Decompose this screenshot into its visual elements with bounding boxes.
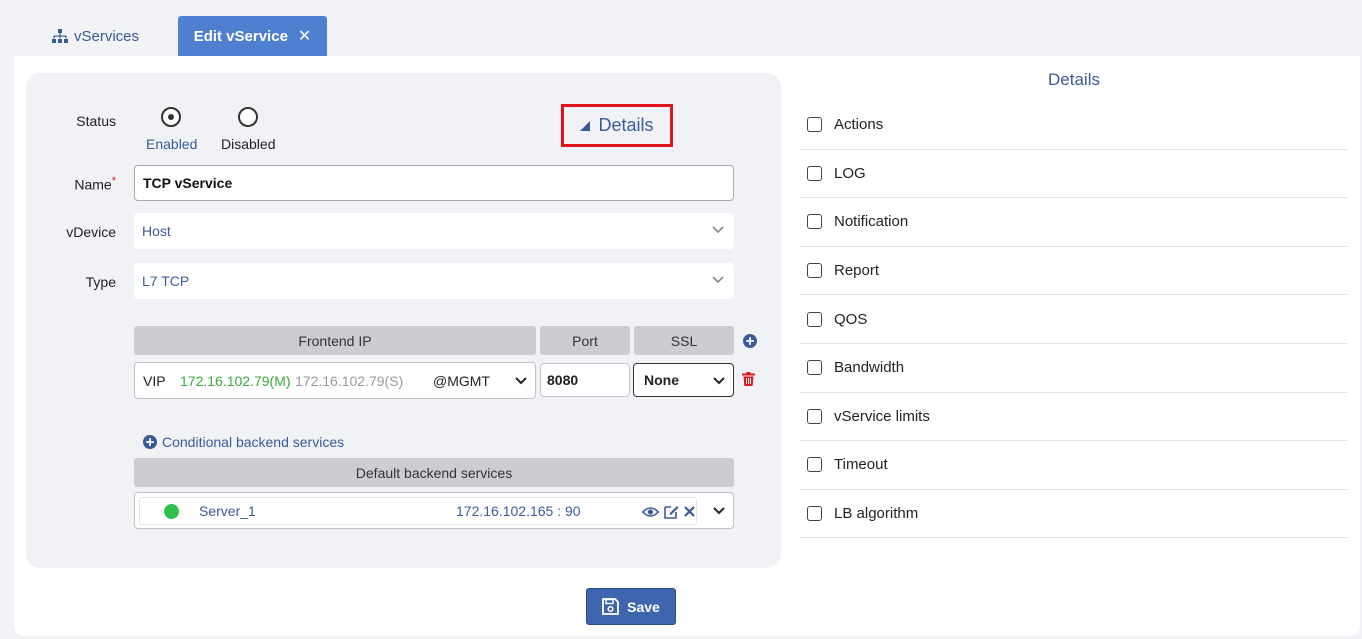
server-name: Server_1 <box>199 503 256 519</box>
port-header: Port <box>540 326 630 355</box>
name-label-text: Name <box>74 176 112 193</box>
tab-bar: vServices Edit vService ✕ <box>0 0 1362 56</box>
ssl-header: SSL <box>634 326 734 355</box>
details-item-label: LOG <box>834 164 866 182</box>
details-item-label: vService limits <box>834 407 930 425</box>
name-input-value: TCP vService <box>143 175 233 191</box>
checkbox[interactable] <box>807 360 822 376</box>
save-button-label: Save <box>627 598 660 615</box>
status-enabled-label: Enabled <box>146 136 198 152</box>
checkbox[interactable] <box>807 457 822 473</box>
edit-icon[interactable] <box>664 504 679 519</box>
conditional-backend-link[interactable]: Conditional backend services <box>143 432 344 452</box>
ip-master: 172.16.102.79(M) <box>180 372 291 389</box>
server-item: Server_1 172.16.102.165 : 90 <box>139 497 697 525</box>
server-status-indicator <box>164 504 179 519</box>
floppy-disk-icon <box>602 598 620 615</box>
details-item-label: Timeout <box>834 456 888 474</box>
details-checklist: Actions LOG Notification Report QOS Band… <box>800 101 1348 539</box>
status-disabled-radio[interactable] <box>238 107 258 127</box>
checkbox[interactable] <box>807 311 822 327</box>
default-backend-header: Default backend services <box>134 458 734 487</box>
save-button[interactable]: Save <box>586 588 676 625</box>
frontend-ip-select[interactable]: VIP 172.16.102.79(M) 172.16.102.79(S) @M… <box>134 362 536 399</box>
backend-server-row: Server_1 172.16.102.165 : 90 <box>134 492 734 529</box>
chevron-down-icon <box>713 377 725 385</box>
tab-vservices-label: vServices <box>74 27 140 45</box>
details-item-log[interactable]: LOG <box>800 150 1348 199</box>
checkbox[interactable] <box>807 506 822 522</box>
trash-icon[interactable] <box>742 372 755 386</box>
details-item-label: Actions <box>834 116 884 134</box>
chevron-down-icon <box>712 226 724 234</box>
checkbox[interactable] <box>807 117 822 133</box>
sitemap-icon <box>52 29 68 43</box>
chevron-down-icon[interactable] <box>711 503 727 519</box>
vdevice-value: Host <box>142 223 171 239</box>
details-item-timeout[interactable]: Timeout <box>800 441 1348 490</box>
ssl-select[interactable]: None <box>633 363 734 397</box>
details-item-notification[interactable]: Notification <box>800 198 1348 247</box>
details-item-vservice-limits[interactable]: vService limits <box>800 393 1348 442</box>
name-label: Name* <box>16 175 116 193</box>
checkbox[interactable] <box>807 165 822 181</box>
details-item-label: Report <box>834 262 880 280</box>
vdevice-select[interactable]: Host <box>134 213 734 249</box>
tab-edit-vservice[interactable]: Edit vService ✕ <box>178 16 327 56</box>
required-mark: * <box>111 175 116 187</box>
status-label: Status <box>76 113 116 129</box>
details-item-qos[interactable]: QOS <box>800 295 1348 344</box>
plus-circle-icon[interactable] <box>743 334 757 348</box>
checkbox[interactable] <box>807 214 822 230</box>
ip-slave: 172.16.102.79(S) <box>295 372 404 389</box>
conditional-backend-label: Conditional backend services <box>162 434 345 450</box>
details-item-lb-algorithm[interactable]: LB algorithm <box>800 490 1348 539</box>
vdevice-label: vDevice <box>66 224 116 240</box>
status-disabled-label: Disabled <box>221 136 276 152</box>
details-toggle-label: Details <box>598 115 654 135</box>
tab-vservices[interactable]: vServices <box>52 24 139 48</box>
details-item-label: QOS <box>834 310 868 328</box>
frontend-ip-header: Frontend IP <box>134 326 536 355</box>
details-item-actions[interactable]: Actions <box>800 101 1348 150</box>
close-icon[interactable] <box>684 506 695 517</box>
caret-icon <box>580 120 591 131</box>
details-panel-title: Details <box>1048 70 1100 89</box>
ssl-value: None <box>644 372 679 388</box>
plus-circle-icon <box>143 435 157 449</box>
port-input[interactable]: 8080 <box>540 363 630 397</box>
details-item-bandwidth[interactable]: Bandwidth <box>800 344 1348 393</box>
details-item-label: Bandwidth <box>834 359 905 377</box>
tab-edit-label: Edit vService <box>193 27 288 45</box>
name-input[interactable]: TCP vService <box>134 165 734 201</box>
details-item-label: Notification <box>834 213 909 231</box>
chevron-down-icon <box>712 276 724 284</box>
status-enabled-radio[interactable] <box>161 107 181 127</box>
details-item-report[interactable]: Report <box>800 247 1348 296</box>
type-value: L7 TCP <box>142 273 190 289</box>
interface-label: @MGMT <box>433 372 490 389</box>
type-label: Type <box>85 274 116 290</box>
vip-label: VIP <box>143 372 166 389</box>
checkbox[interactable] <box>807 263 822 279</box>
eye-icon[interactable] <box>642 506 659 518</box>
type-select[interactable]: L7 TCP <box>134 263 734 299</box>
checkbox[interactable] <box>807 408 822 424</box>
details-toggle[interactable]: Details <box>561 104 673 147</box>
details-item-label: LB algorithm <box>834 505 919 523</box>
port-value: 8080 <box>547 372 579 388</box>
chevron-down-icon <box>515 377 527 385</box>
close-icon[interactable]: ✕ <box>298 26 311 46</box>
server-address: 172.16.102.165 : 90 <box>456 503 581 519</box>
